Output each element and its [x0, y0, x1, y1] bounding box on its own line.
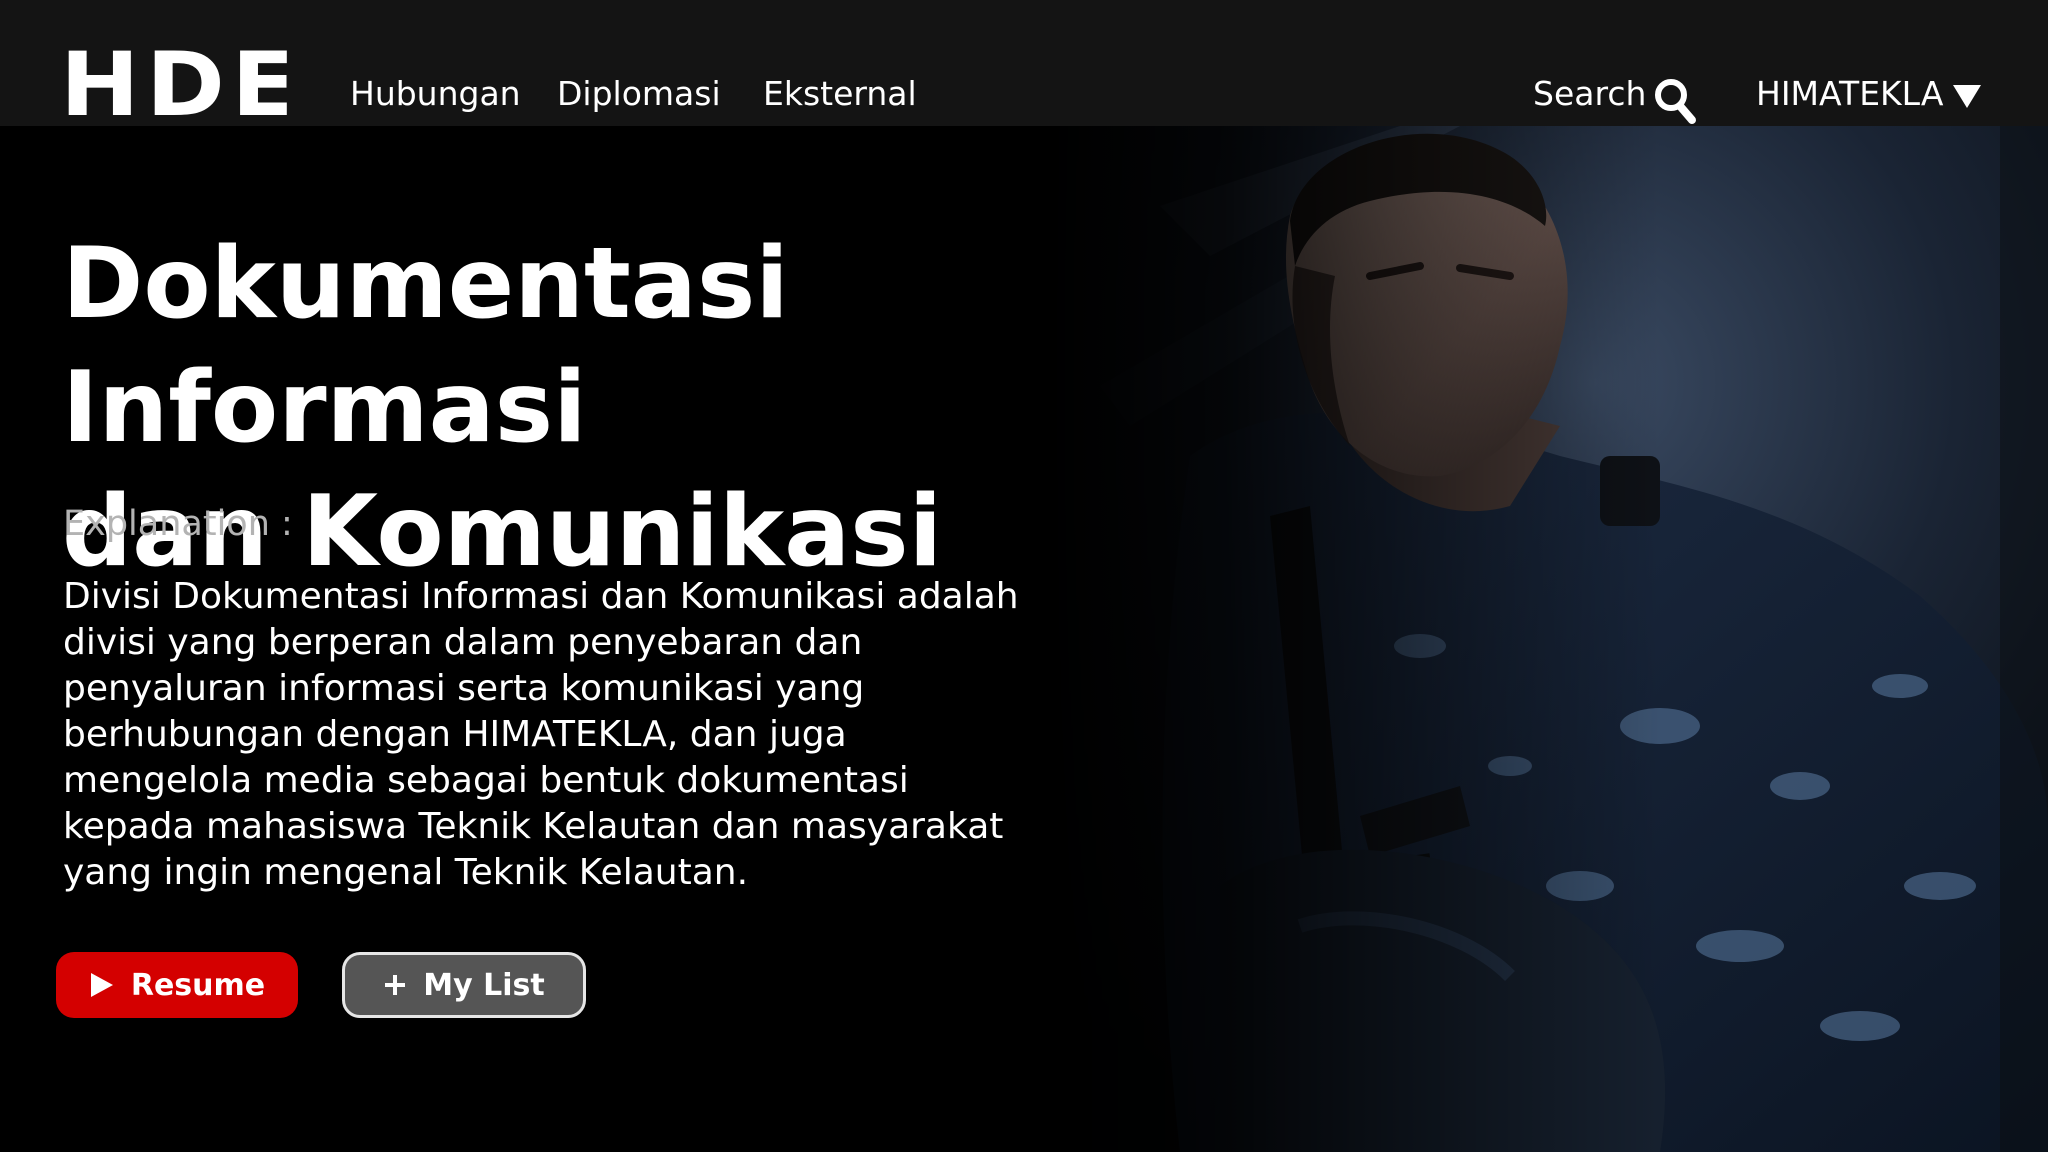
caret-down-icon [1951, 82, 1983, 110]
search-icon [1652, 76, 1698, 126]
nav-link-diplomasi[interactable]: Diplomasi [557, 72, 721, 116]
explanation-line: berhubungan dengan HIMATEKLA, dan juga [63, 714, 847, 755]
explanation-line: kepada mahasiswa Teknik Kelautan dan mas… [63, 806, 1004, 847]
profile-label: HIMATEKLA [1756, 74, 1944, 113]
plus-icon [383, 973, 407, 997]
explanation-line: mengelola media sebagai bentuk dokumenta… [63, 760, 909, 801]
nav-link-eksternal[interactable]: Eksternal [763, 72, 917, 116]
resume-button[interactable]: Resume [56, 952, 298, 1018]
profile-menu[interactable]: HIMATEKLA [1756, 72, 1983, 124]
hero-title-line-1: Dokumentasi Informasi [62, 227, 789, 465]
resume-label: Resume [130, 967, 266, 1003]
search-label: Search [1533, 74, 1647, 113]
nav-link-hubungan[interactable]: Hubungan [350, 72, 521, 116]
explanation-label: Explanation : [63, 504, 293, 544]
explanation-line: Divisi Dokumentasi Informasi dan Komunik… [63, 576, 1019, 617]
my-list-button[interactable]: My List [342, 952, 586, 1018]
search-button[interactable]: Search [1533, 72, 1698, 124]
hde-logo[interactable]: HDE [60, 44, 287, 126]
explanation-body: Divisi Dokumentasi Informasi dan Komunik… [63, 574, 1103, 896]
top-navbar: HDE Hubungan Diplomasi Eksternal Search … [0, 0, 2048, 126]
explanation-line: penyaluran informasi serta komunikasi ya… [63, 668, 865, 709]
explanation-line: divisi yang berperan dalam penyebaran da… [63, 622, 863, 663]
explanation-line: yang ingin mengenal Teknik Kelautan. [63, 852, 749, 893]
play-icon [89, 971, 115, 999]
my-list-label: My List [423, 967, 545, 1003]
